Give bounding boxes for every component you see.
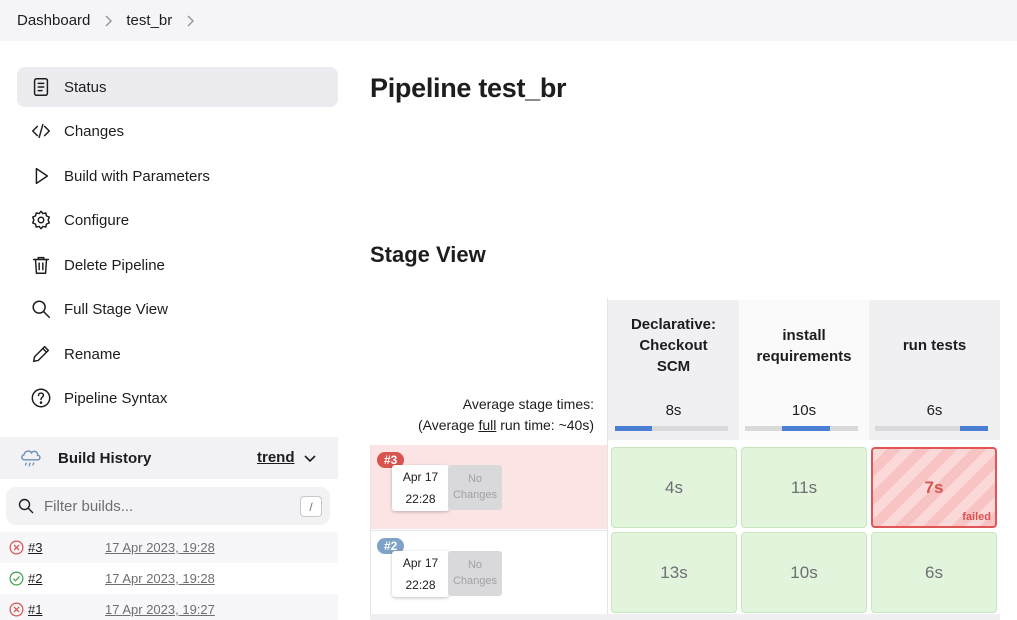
gear-icon [30, 209, 52, 231]
build-history-title: Build History [58, 449, 152, 467]
run-date-card[interactable]: Apr 17 22:28 [392, 465, 449, 511]
stage-cell-failed[interactable]: 7s failed [871, 447, 997, 528]
stage-header-run-tests: run tests [869, 300, 1000, 391]
sidebar-item-label: Status [64, 78, 107, 96]
sidebar-item-delete-pipeline[interactable]: Delete Pipeline [17, 245, 338, 285]
avg-progress-fill [959, 426, 988, 431]
sidebar-item-label: Rename [64, 345, 121, 363]
sidebar-item-label: Full Stage View [64, 300, 168, 318]
avg-time-run-tests: 6s [869, 391, 1000, 440]
build-number-link[interactable]: #2 [28, 571, 42, 586]
sidebar-item-build-with-parameters[interactable]: Build with Parameters [17, 156, 338, 196]
stage-header-checkout: Declarative: Checkout SCM [608, 300, 739, 391]
build-row: #1 17 Apr 2023, 19:27 [0, 594, 338, 620]
search-icon [18, 498, 34, 514]
average-stage-times-label: Average stage times: (Average full run t… [417, 396, 594, 433]
sidebar-item-label: Configure [64, 211, 130, 229]
table-border [607, 298, 608, 620]
build-date-link[interactable]: 17 Apr 2023, 19:28 [105, 571, 215, 586]
sidebar-item-label: Changes [64, 122, 125, 140]
stage-cell[interactable]: 10s [741, 532, 867, 613]
avg-progress-bar [615, 426, 728, 431]
avg-progress-bar [745, 426, 858, 431]
build-history-header: Build History trend [0, 437, 338, 479]
sidebar-item-full-stage-view[interactable]: Full Stage View [17, 289, 338, 329]
stage-view-table: Declarative: Checkout SCM install requireme… [370, 298, 1000, 620]
avg-progress-fill [782, 426, 830, 431]
sidebar-item-label: Build with Parameters [64, 167, 210, 185]
table-border [370, 445, 371, 620]
no-changes-label: No Changes [448, 465, 502, 510]
stage-view-title: Stage View [370, 242, 486, 267]
keyboard-shortcut-hint: / [300, 496, 322, 517]
sidebar-item-configure[interactable]: Configure [17, 200, 338, 240]
code-icon [30, 120, 52, 142]
next-row-edge [370, 614, 1000, 620]
pencil-icon [30, 343, 52, 365]
stage-header-install-requirements: install requirements [739, 300, 869, 391]
sidebar-item-label: Delete Pipeline [64, 256, 165, 274]
avg-time-install: 10s [739, 391, 869, 440]
failed-label: failed [962, 511, 991, 523]
page-title: Pipeline test_br [370, 73, 567, 103]
avg-progress-bar [875, 426, 988, 431]
breadcrumb-dashboard[interactable]: Dashboard [17, 12, 90, 29]
avg-time-checkout: 8s [608, 391, 739, 440]
run-date-card[interactable]: Apr 17 22:28 [392, 551, 449, 597]
cloud-rain-icon [21, 450, 41, 467]
sidebar-item-changes[interactable]: Changes [17, 111, 338, 151]
stage-cell[interactable]: 11s [741, 447, 867, 528]
filter-builds-input[interactable] [44, 497, 284, 515]
failed-status-icon [9, 540, 24, 555]
avg-progress-fill [615, 426, 653, 431]
build-date-link[interactable]: 17 Apr 2023, 19:28 [105, 540, 215, 555]
run-row[interactable]: #3 Apr 17 22:28 No Changes [370, 445, 607, 529]
build-number-link[interactable]: #3 [28, 540, 42, 555]
stage-cell[interactable]: 6s [871, 532, 997, 613]
build-row: #3 17 Apr 2023, 19:28 [0, 532, 338, 563]
success-status-icon [9, 571, 24, 586]
chevron-right-icon[interactable] [185, 14, 195, 27]
build-row: #2 17 Apr 2023, 19:28 [0, 563, 338, 594]
breadcrumb-test-br[interactable]: test_br [126, 12, 172, 29]
run-row[interactable]: #2 Apr 17 22:28 No Changes [370, 530, 607, 614]
sidebar-item-status[interactable]: Status [17, 67, 338, 107]
build-date-link[interactable]: 17 Apr 2023, 19:27 [105, 602, 215, 617]
sidebar-item-rename[interactable]: Rename [17, 334, 338, 374]
sidebar-item-pipeline-syntax[interactable]: Pipeline Syntax [17, 378, 338, 418]
full-run-time-link[interactable]: full [478, 417, 496, 433]
build-number-link[interactable]: #1 [28, 602, 42, 617]
trash-icon [30, 254, 52, 276]
chevron-down-icon[interactable] [302, 450, 318, 466]
chevron-right-icon [103, 14, 113, 27]
document-icon [30, 76, 52, 98]
breadcrumb: Dashboard test_br [0, 0, 1017, 41]
no-changes-label: No Changes [448, 551, 502, 596]
filter-builds-box: / [6, 487, 330, 525]
help-icon [30, 387, 52, 409]
sidebar: Status Changes Build with Parameters Con… [0, 41, 355, 620]
stage-cell[interactable]: 13s [611, 532, 737, 613]
play-icon [30, 165, 52, 187]
trend-link[interactable]: trend [257, 449, 295, 466]
failed-status-icon [9, 602, 24, 617]
search-icon [30, 298, 52, 320]
stage-cell[interactable]: 4s [611, 447, 737, 528]
sidebar-item-label: Pipeline Syntax [64, 389, 168, 407]
